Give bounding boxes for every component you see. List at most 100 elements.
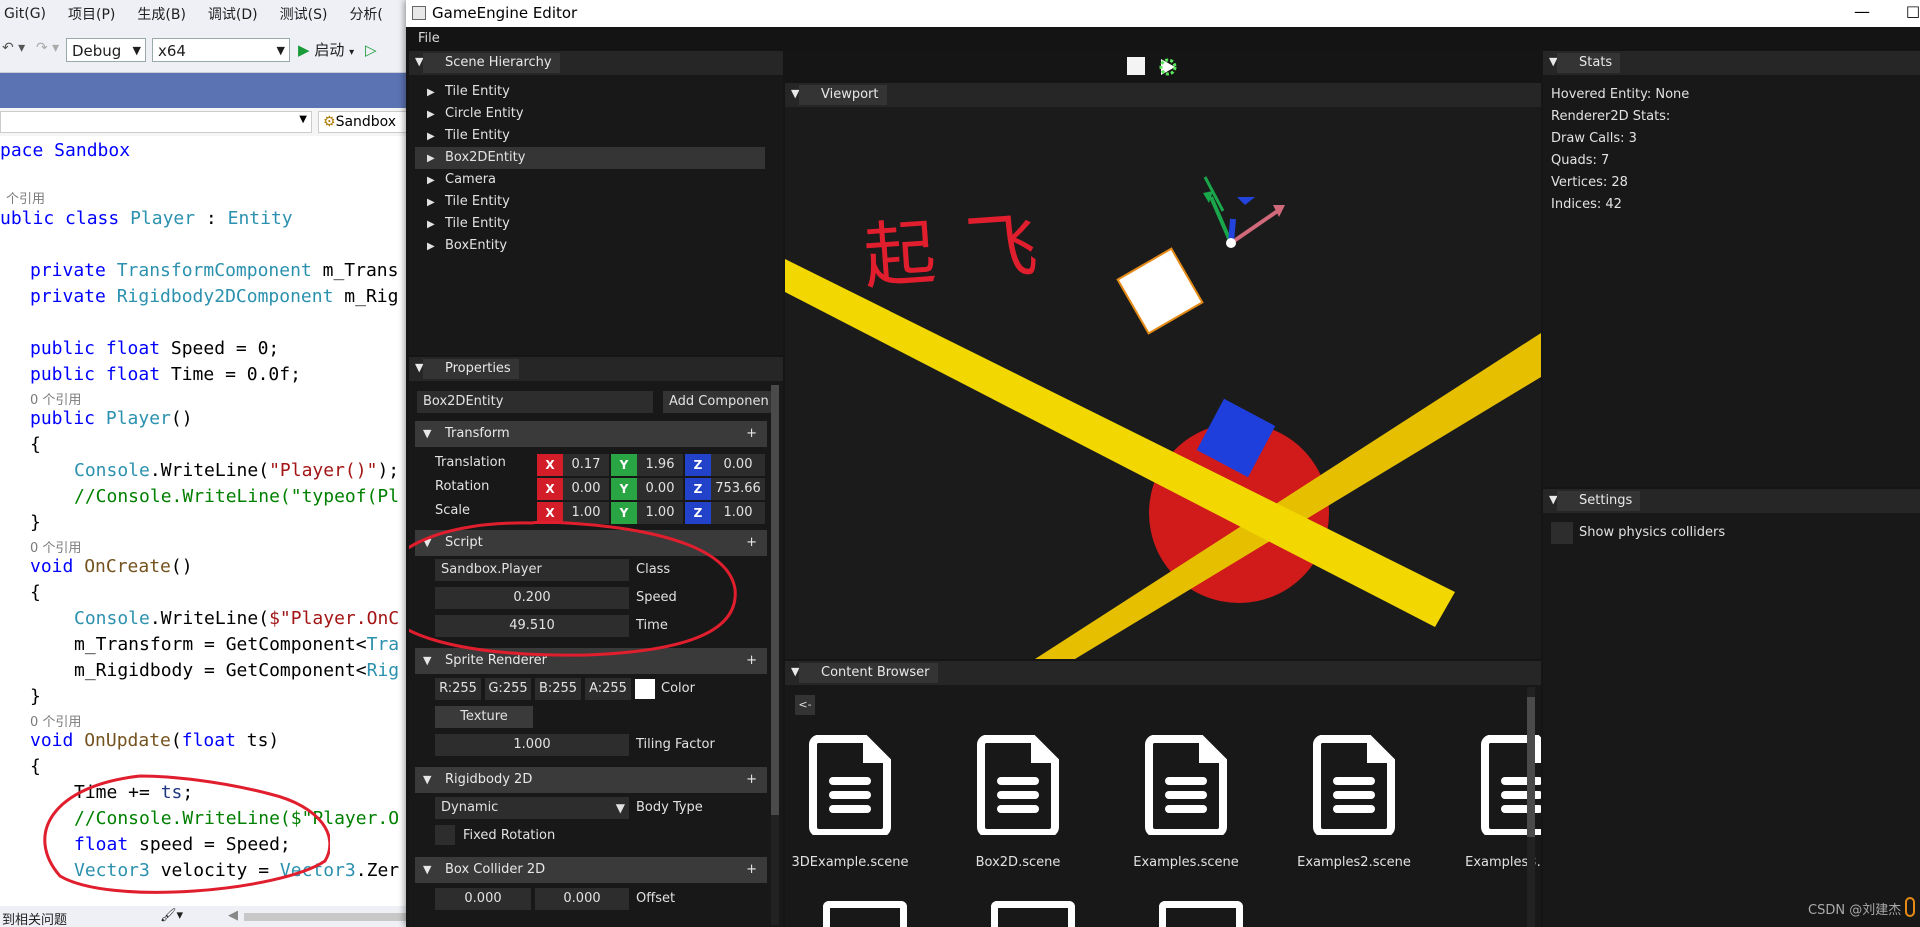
add-component-button[interactable]: Add Componen (663, 391, 773, 413)
expand-icon[interactable]: ▶ (427, 104, 445, 126)
script-settings-button[interactable]: + (746, 530, 757, 556)
hierarchy-item[interactable]: ▶ Camera (427, 169, 496, 191)
expand-icon[interactable]: ▶ (427, 170, 445, 192)
box-collider-header[interactable]: ▼ Box Collider 2D + (415, 857, 767, 883)
file-icon[interactable] (1159, 901, 1243, 927)
tab-scene-hierarchy[interactable]: Scene Hierarchy (423, 53, 560, 73)
hierarchy-item[interactable]: ▶ Tile Entity (427, 213, 510, 235)
collapse-icon[interactable]: ▼ (423, 421, 431, 447)
offset-y-field[interactable]: 0.000 (535, 888, 629, 910)
transform-settings-button[interactable]: + (746, 421, 757, 447)
rigidbody-header[interactable]: ▼ Rigidbody 2D + (415, 767, 767, 793)
vs-menu-project[interactable]: 项目(P) (68, 4, 115, 24)
hierarchy-item[interactable]: ▶ Tile Entity (427, 191, 510, 213)
color-r-field[interactable]: R:255 (435, 678, 481, 700)
rotation-x-field[interactable]: 0.00 (563, 478, 609, 500)
reference-count[interactable]: 0 个引用 (30, 711, 81, 730)
properties-scrollbar[interactable] (771, 385, 779, 925)
nav-class-dropdown[interactable]: ⚙Sandbox (318, 111, 420, 133)
vs-menu-debug[interactable]: 调试(D) (208, 4, 258, 24)
file-icon[interactable] (991, 901, 1075, 927)
reference-count[interactable]: 0 个引用 (30, 389, 81, 408)
brush-icon[interactable]: 🖌▾ (160, 908, 183, 923)
translation-y-field[interactable]: 1.96 (637, 454, 683, 476)
scroll-left-icon[interactable]: ◀ (228, 908, 238, 923)
transform-header[interactable]: ▼ Transform + (415, 421, 767, 447)
file-item[interactable]: Examples.scene (1111, 735, 1261, 870)
hierarchy-item[interactable]: ▶ Tile Entity (427, 81, 510, 103)
scrollbar-thumb[interactable] (1527, 697, 1535, 837)
reset-y-button[interactable]: Y (611, 478, 637, 500)
expand-icon[interactable]: ▶ (427, 148, 445, 170)
rigidbody-settings-button[interactable]: + (746, 767, 757, 793)
collapse-icon[interactable]: ▼ (423, 767, 431, 793)
minimize-icon[interactable]: — (1854, 2, 1870, 21)
reset-y-button[interactable]: Y (611, 454, 637, 476)
color-g-field[interactable]: G:255 (485, 678, 531, 700)
tab-settings[interactable]: Settings (1557, 491, 1641, 511)
resize-handle-icon[interactable] (1905, 897, 1915, 917)
stop-icon[interactable] (1127, 57, 1145, 75)
hierarchy-item[interactable]: ▶ Tile Entity (427, 125, 510, 147)
vs-menu-analyze[interactable]: 分析( (349, 4, 382, 24)
file-icon[interactable] (823, 901, 907, 927)
redo-icon[interactable]: ↷ ▾ (36, 40, 59, 56)
texture-button[interactable]: Texture (435, 706, 533, 728)
box-collider-settings-button[interactable]: + (746, 857, 757, 883)
expand-icon[interactable]: ▶ (427, 214, 445, 236)
reference-count[interactable]: 个引用 (6, 188, 45, 207)
offset-x-field[interactable]: 0.000 (435, 888, 531, 910)
color-b-field[interactable]: B:255 (535, 678, 581, 700)
back-button[interactable]: <- (795, 695, 815, 715)
platform-select[interactable]: x64 ▼ (152, 38, 290, 62)
tab-content-browser[interactable]: Content Browser (799, 663, 938, 683)
reference-count[interactable]: 0 个引用 (30, 537, 81, 556)
scene-view[interactable] (785, 107, 1541, 659)
translation-x-field[interactable]: 0.17 (563, 454, 609, 476)
show-colliders-checkbox[interactable] (1551, 522, 1573, 544)
content-scrollbar[interactable] (1527, 687, 1535, 927)
hierarchy-item-selected[interactable]: ▶ Box2DEntity (415, 147, 765, 169)
body-type-select[interactable]: Dynamic ▼ (435, 797, 629, 819)
hierarchy-item[interactable]: ▶ BoxEntity (427, 235, 507, 257)
color-swatch[interactable] (635, 679, 655, 699)
file-item[interactable]: Examples2.scene (1279, 735, 1429, 870)
collapse-icon[interactable]: ▼ (423, 857, 431, 883)
fixed-rotation-checkbox[interactable] (435, 825, 455, 845)
color-a-field[interactable]: A:255 (585, 678, 631, 700)
horizontal-scrollbar[interactable] (244, 913, 414, 921)
tab-viewport[interactable]: Viewport (799, 85, 887, 105)
viewport-panel[interactable]: ▼ Viewport 起飞 (785, 83, 1541, 659)
menu-file[interactable]: File (418, 31, 440, 46)
reset-x-button[interactable]: X (537, 478, 563, 500)
vs-menu-git[interactable]: Git(G) (4, 6, 46, 22)
play-outline-icon[interactable]: ▷ (365, 41, 377, 59)
reset-z-button[interactable]: Z (685, 478, 711, 500)
config-select[interactable]: Debug ▼ (66, 38, 146, 62)
maximize-icon[interactable]: □ (1906, 2, 1920, 20)
undo-icon[interactable]: ↶ ▾ (2, 40, 25, 56)
reset-z-button[interactable]: Z (685, 454, 711, 476)
entity-name-input[interactable]: Box2DEntity (417, 391, 653, 413)
file-item[interactable]: Box2D.scene (943, 735, 1093, 870)
expand-icon[interactable]: ▶ (427, 82, 445, 104)
tab-properties[interactable]: Properties (423, 359, 519, 379)
tab-stats[interactable]: Stats (1557, 53, 1621, 73)
scrollbar-thumb[interactable] (771, 385, 779, 815)
vs-menu-test[interactable]: 测试(S) (280, 4, 328, 24)
hierarchy-item[interactable]: ▶ Circle Entity (427, 103, 524, 125)
rotation-z-field[interactable]: 753.66 (711, 478, 765, 500)
translation-z-field[interactable]: 0.00 (711, 454, 765, 476)
tiling-factor-field[interactable]: 1.000 (435, 734, 629, 756)
code-editor[interactable]: pace Sandbox 个引用 ublic class Player : En… (0, 136, 420, 906)
nav-project-dropdown[interactable]: ▼ (0, 111, 312, 133)
expand-icon[interactable]: ▶ (427, 236, 445, 258)
reset-x-button[interactable]: X (537, 454, 563, 476)
expand-icon[interactable]: ▶ (427, 126, 445, 148)
simulate-icon[interactable] (1157, 56, 1179, 78)
sprite-settings-button[interactable]: + (746, 648, 757, 674)
expand-icon[interactable]: ▶ (427, 192, 445, 214)
vs-menu-build[interactable]: 生成(B) (137, 4, 186, 24)
start-button[interactable]: ▶ 启动 ▾ ▷ (298, 39, 376, 60)
rotation-y-field[interactable]: 0.00 (637, 478, 683, 500)
